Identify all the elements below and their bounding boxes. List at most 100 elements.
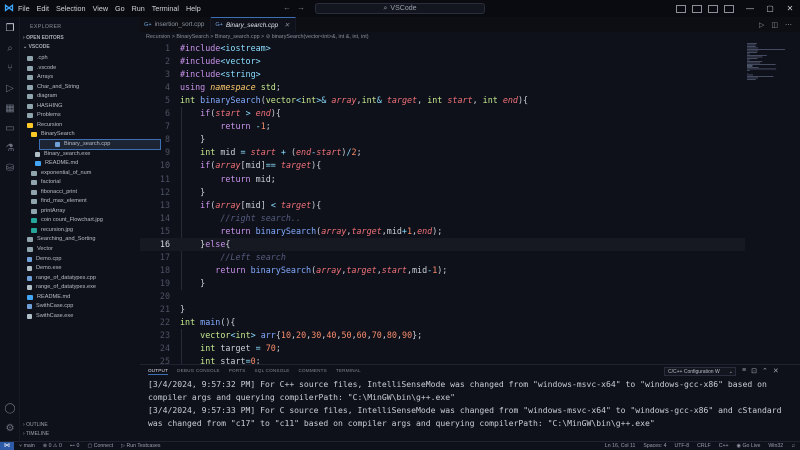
file-tree-item[interactable]: HASHING: [27, 102, 63, 111]
minimize-button[interactable]: —: [740, 4, 760, 13]
code-line[interactable]: 6 if(start > end){: [140, 107, 745, 120]
code-line[interactable]: 16 }else{: [140, 237, 745, 251]
file-tree-item[interactable]: Demo.cpp: [27, 255, 62, 264]
toggle-panel-icon[interactable]: [692, 4, 702, 13]
menu-help[interactable]: Help: [186, 4, 201, 13]
lock-scroll-icon[interactable]: ⊡: [751, 367, 757, 375]
file-tree-item[interactable]: README.md: [27, 293, 70, 302]
code-line[interactable]: 14 //right search..: [140, 212, 745, 225]
file-tree-item[interactable]: Arrays: [27, 73, 53, 82]
explorer-icon[interactable]: ❐: [4, 23, 16, 35]
open-editors-section[interactable]: › OPEN EDITORS: [23, 35, 64, 41]
menu-edit[interactable]: Edit: [37, 4, 49, 13]
panel-tab-comments[interactable]: COMMENTS: [299, 368, 327, 375]
panel-tab-sql-console[interactable]: SQL CONSOLE: [255, 368, 290, 375]
code-line[interactable]: 22 int main(){: [140, 316, 745, 329]
file-tree-item[interactable]: .vscode: [27, 64, 56, 73]
file-tree-item[interactable]: Recursion: [27, 121, 62, 130]
code-line[interactable]: 11 return mid;: [140, 173, 745, 186]
close-panel-icon[interactable]: ✕: [773, 367, 779, 375]
file-tree-item[interactable]: README.md: [35, 159, 78, 168]
branch-status[interactable]: ⑂ main: [19, 443, 35, 449]
split-editor-icon[interactable]: ◫: [771, 21, 778, 29]
code-line[interactable]: 23 vector<int> arr{10,20,30,40,50,60,70,…: [140, 329, 745, 342]
code-line[interactable]: 25 int start=0;: [140, 355, 745, 364]
cursor-position[interactable]: Ln 16, Col 11: [605, 443, 635, 449]
menu-view[interactable]: View: [93, 4, 108, 13]
menu-go[interactable]: Go: [115, 4, 125, 13]
ports-status[interactable]: ⊷ 0: [70, 443, 80, 449]
toggle-sidebar-icon[interactable]: [676, 4, 686, 13]
file-tree-item[interactable]: printArray: [31, 207, 65, 216]
source-control-icon[interactable]: ⑂: [4, 63, 16, 75]
toggle-secondary-sidebar-icon[interactable]: [708, 4, 718, 13]
breadcrumb[interactable]: Recursion > BinarySearch > Binary_search…: [140, 32, 800, 42]
run-testcases-status[interactable]: ▷ Run Testcases: [121, 443, 160, 449]
account-icon[interactable]: ◯: [4, 403, 16, 415]
maximize-panel-icon[interactable]: ⌃: [762, 367, 768, 375]
code-line[interactable]: 21}: [140, 303, 745, 316]
close-button[interactable]: ✕: [780, 4, 800, 13]
back-arrow-icon[interactable]: ←: [283, 3, 291, 12]
code-line[interactable]: 18 return binarySearch(array,target,star…: [140, 264, 745, 277]
code-line[interactable]: 5 int binarySearch(vector<int>& array,int…: [140, 94, 745, 107]
panel-tab-debug-console[interactable]: DEBUG CONSOLE: [177, 368, 220, 375]
code-line[interactable]: 8 }: [140, 133, 745, 146]
file-tree-item[interactable]: Binary_search.exe: [35, 150, 90, 159]
timeline-section[interactable]: › TIMELINE: [23, 431, 49, 437]
extensions-icon[interactable]: ▦: [4, 103, 16, 115]
search-icon[interactable]: ⌕: [4, 43, 16, 55]
go-live-status[interactable]: ◉ Go Live: [737, 443, 761, 449]
testing-icon[interactable]: ⚗: [4, 143, 16, 155]
code-line[interactable]: 24 int target = 70;: [140, 342, 745, 355]
file-tree-item[interactable]: Demo.exe: [27, 264, 62, 273]
database-icon[interactable]: ⛁: [4, 163, 16, 175]
notifications-bell-icon[interactable]: ♫: [791, 443, 795, 449]
panel-tab-ports[interactable]: PORTS: [229, 368, 246, 375]
file-tree-item[interactable]: recursion.jpg: [31, 226, 73, 235]
panel-tab-output[interactable]: OUTPUT: [148, 368, 169, 375]
code-line[interactable]: 15 return binarySearch(array,target,mid+…: [140, 225, 745, 238]
remote-explorer-icon[interactable]: ▭: [4, 123, 16, 135]
code-line[interactable]: 13 if(array[mid] < target){: [140, 199, 745, 212]
code-line[interactable]: 2 #include<vector>: [140, 55, 745, 68]
code-line[interactable]: 12 }: [140, 186, 745, 199]
manage-gear-icon[interactable]: ⚙: [4, 423, 16, 435]
menu-selection[interactable]: Selection: [56, 4, 86, 13]
file-tree-item[interactable]: find_max_element: [31, 197, 87, 206]
remote-indicator-icon[interactable]: ⋈: [0, 441, 14, 450]
indentation[interactable]: Spaces: 4: [643, 443, 666, 449]
run-debug-icon[interactable]: ▷: [4, 83, 16, 95]
close-tab-icon[interactable]: ✕: [284, 22, 289, 29]
editor-scrollbar[interactable]: [793, 42, 800, 364]
forward-arrow-icon[interactable]: →: [297, 3, 305, 12]
language-mode[interactable]: C++: [719, 443, 729, 449]
file-tree-item[interactable]: BinarySearch: [31, 130, 75, 139]
code-editor[interactable]: 1 #include<iostream> 2 #include<vector> 3 #in…: [140, 42, 745, 364]
maximize-button[interactable]: ▢: [760, 4, 780, 13]
file-tree-item[interactable]: SwithCase.cpp: [27, 302, 73, 311]
panel-tab-terminal[interactable]: TERMINAL: [336, 368, 361, 375]
workspace-folder-section[interactable]: ⌄ VSCODE: [23, 44, 50, 50]
menu-run[interactable]: Run: [132, 4, 145, 13]
code-line[interactable]: 4 using namespace std;: [140, 81, 745, 94]
code-line[interactable]: 20: [140, 290, 745, 303]
file-tree-item[interactable]: range_of_datatypes.exe: [27, 283, 96, 292]
file-tree-item[interactable]: factorial: [31, 178, 61, 187]
run-code-icon[interactable]: ▷: [759, 21, 764, 29]
list-filter-icon[interactable]: ≡: [742, 367, 746, 375]
file-tree-item[interactable]: .cph: [27, 54, 48, 63]
code-line[interactable]: 1 #include<iostream>: [140, 42, 745, 55]
encoding[interactable]: UTF-8: [674, 443, 689, 449]
minimap[interactable]: [745, 42, 793, 82]
code-line[interactable]: 10 if(array[mid]== target){: [140, 159, 745, 172]
code-line[interactable]: 3 #include<string>: [140, 68, 745, 81]
problems-status[interactable]: ⊗ 0 ⚠ 0: [43, 443, 62, 449]
file-tree-item[interactable]: range_of_datatypes.cpp: [27, 274, 96, 283]
code-line[interactable]: 7 return -1;: [140, 120, 745, 133]
menu-terminal[interactable]: Terminal: [152, 4, 179, 13]
file-tree-item[interactable]: Char_and_String: [27, 83, 79, 92]
more-actions-icon[interactable]: ⋯: [785, 21, 792, 29]
file-tree-item[interactable]: exponential_of_num: [31, 169, 91, 178]
customize-layout-icon[interactable]: [724, 4, 734, 13]
